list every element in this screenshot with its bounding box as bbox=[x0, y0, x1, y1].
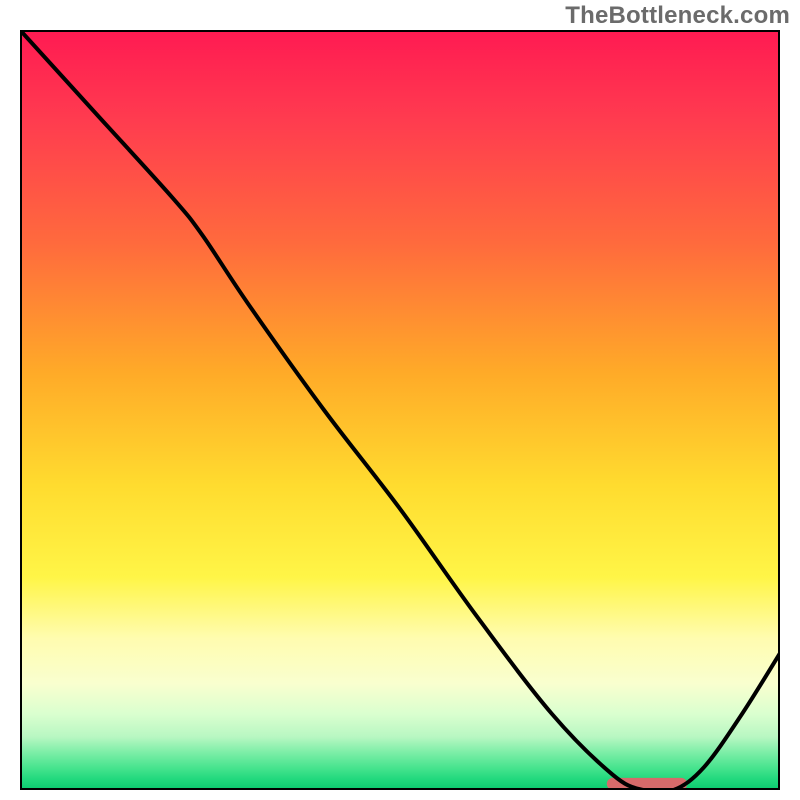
chart-container: TheBottleneck.com bbox=[0, 0, 800, 800]
plot-area bbox=[20, 30, 780, 790]
overlay-svg bbox=[20, 30, 780, 790]
watermark-text: TheBottleneck.com bbox=[565, 2, 790, 30]
plot-inner bbox=[20, 30, 780, 790]
bottleneck-curve bbox=[20, 30, 780, 790]
